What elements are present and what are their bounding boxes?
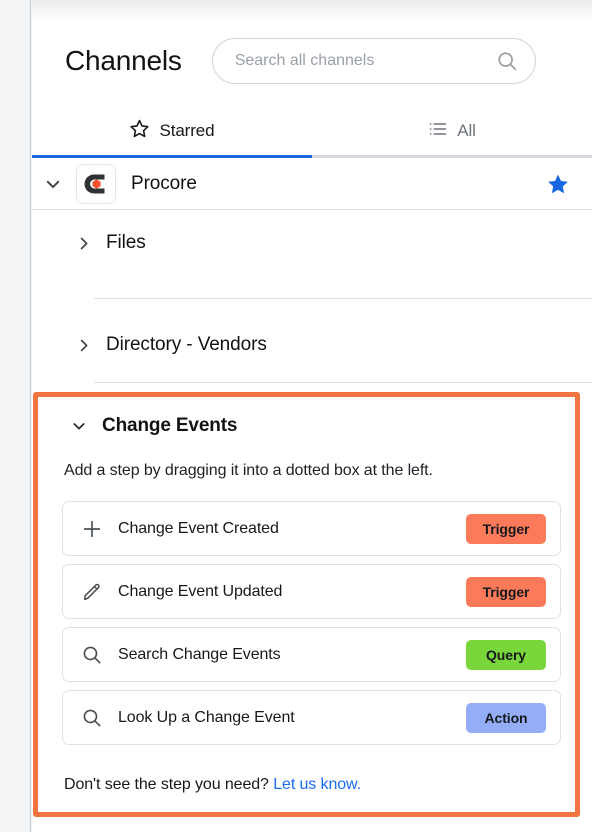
status-badge: Action <box>466 702 546 733</box>
status-badge: Trigger <box>466 576 546 607</box>
section-change-events-header[interactable]: Change Events <box>38 397 575 455</box>
section-directory-vendors-label: Directory - Vendors <box>106 334 267 355</box>
missing-step-text: Don't see the step you need? <box>64 776 269 793</box>
divider <box>94 298 592 299</box>
channel-row-procore[interactable]: Procore <box>32 158 592 210</box>
plus-icon <box>81 518 103 540</box>
step-label: Search Change Events <box>118 645 281 663</box>
section-directory-vendors[interactable]: Directory - Vendors <box>32 314 592 376</box>
star-outline-icon <box>129 118 150 144</box>
tab-starred-label: Starred <box>159 121 215 140</box>
step-card[interactable]: Look Up a Change Event Action <box>62 690 561 745</box>
channels-panel: Channels Starred <box>0 0 592 832</box>
section-files-label: Files <box>106 232 146 253</box>
search-icon <box>81 644 103 666</box>
search-icon <box>81 707 103 729</box>
pencil-icon <box>81 581 103 603</box>
star-filled-icon[interactable] <box>546 172 570 196</box>
chevron-down-icon[interactable] <box>44 175 62 193</box>
top-shade <box>32 0 592 22</box>
chevron-down-icon[interactable] <box>71 418 87 434</box>
panel-header: Channels <box>32 22 592 100</box>
chevron-right-icon[interactable] <box>76 338 91 353</box>
page-title: Channels <box>65 45 182 76</box>
step-card[interactable]: Search Change Events Query <box>62 627 561 682</box>
divider <box>94 382 592 383</box>
chevron-right-icon[interactable] <box>76 236 91 251</box>
procore-logo-icon <box>76 163 116 204</box>
list-icon <box>428 119 448 144</box>
section-change-events-label: Change Events <box>102 415 238 436</box>
tab-all[interactable]: All <box>312 105 592 157</box>
missing-step-note: Don't see the step you need? Let us know… <box>64 776 361 794</box>
tab-starred[interactable]: Starred <box>32 105 312 157</box>
search-input[interactable] <box>211 38 536 84</box>
step-label: Look Up a Change Event <box>118 708 295 726</box>
step-label: Change Event Updated <box>118 582 283 600</box>
search-field-wrap <box>211 38 536 84</box>
step-card[interactable]: Change Event Updated Trigger <box>62 564 561 619</box>
section-change-events-highlight: Change Events Add a step by dragging it … <box>33 392 580 817</box>
drag-hint-text: Add a step by dragging it into a dotted … <box>64 462 433 479</box>
status-badge: Trigger <box>466 513 546 544</box>
step-list: Change Event Created Trigger Change Even… <box>62 501 561 753</box>
let-us-know-link[interactable]: Let us know. <box>273 776 361 793</box>
status-badge: Query <box>466 639 546 670</box>
channel-name: Procore <box>131 172 197 194</box>
section-files[interactable]: Files <box>32 212 592 274</box>
step-label: Change Event Created <box>118 519 279 537</box>
channel-tabs: Starred All <box>32 105 592 157</box>
left-gutter <box>0 0 31 832</box>
tab-all-label: All <box>457 121 476 140</box>
step-card[interactable]: Change Event Created Trigger <box>62 501 561 556</box>
